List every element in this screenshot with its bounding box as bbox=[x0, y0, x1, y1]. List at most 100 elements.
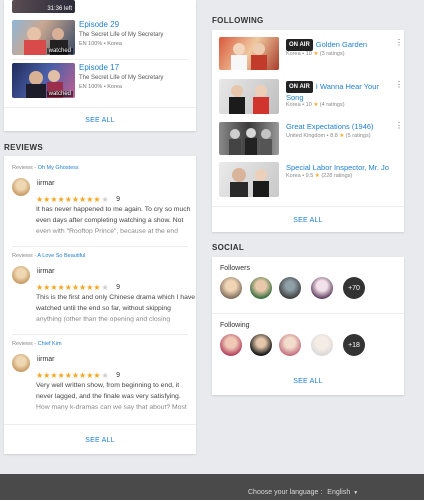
follower-avatar[interactable] bbox=[279, 277, 301, 299]
drama-title-link[interactable]: Great Expectations (1946) bbox=[286, 122, 374, 131]
text-fade bbox=[36, 226, 196, 240]
episode-thumbnail-top[interactable]: 31:36 left bbox=[12, 0, 75, 13]
drama-ratings-count: (228 ratings) bbox=[321, 173, 353, 179]
drama-title-row: Great Expectations (1946) bbox=[286, 122, 394, 132]
review-score: 9 bbox=[116, 284, 121, 292]
divider bbox=[212, 313, 404, 314]
drama-title-link[interactable]: Special Labor Inspector, Mr. Jo bbox=[286, 163, 389, 172]
divider bbox=[4, 424, 196, 425]
user-avatar[interactable] bbox=[12, 178, 30, 196]
following-more-button[interactable]: +18 bbox=[343, 334, 365, 356]
following-avatar[interactable] bbox=[220, 334, 242, 356]
star-icons: ★★★★★★★★★ ★ bbox=[36, 282, 109, 292]
divider bbox=[212, 206, 404, 207]
drama-title-link[interactable]: Golden Garden bbox=[316, 40, 367, 49]
drama-title-row: ON AIR Golden Garden bbox=[286, 39, 394, 51]
choose-language-label: Choose your language : bbox=[248, 489, 323, 496]
review-drama-link[interactable]: A Love So Beautiful bbox=[37, 253, 85, 259]
following-see-all-link[interactable]: SEE ALL bbox=[212, 217, 404, 224]
episode-thumbnail[interactable]: watched bbox=[12, 63, 75, 98]
drama-rating: 10 bbox=[305, 102, 312, 108]
star-icon: ★ bbox=[313, 51, 319, 57]
review-user[interactable]: iirmar bbox=[37, 356, 55, 363]
drama-rating: 9.5 bbox=[305, 173, 314, 179]
drama-title-row: Special Labor Inspector, Mr. Jo bbox=[286, 163, 394, 173]
episode-title[interactable]: Episode 17 bbox=[79, 63, 119, 72]
user-avatar[interactable] bbox=[12, 266, 30, 284]
review-source: Reviews - A Love So Beautiful bbox=[12, 253, 86, 259]
drama-country: Korea bbox=[286, 51, 301, 57]
following-heading: FOLLOWING bbox=[212, 16, 264, 25]
review-prefix: Reviews bbox=[12, 341, 33, 347]
more-options-icon[interactable]: ⋮ bbox=[395, 39, 403, 47]
review-prefix: Reviews bbox=[12, 165, 33, 171]
following-label: Following bbox=[220, 322, 250, 329]
following-avatar[interactable] bbox=[279, 334, 301, 356]
review-score: 9 bbox=[116, 372, 121, 380]
drama-poster[interactable] bbox=[219, 79, 279, 114]
divider bbox=[4, 107, 196, 108]
review-user[interactable]: iirmar bbox=[37, 180, 55, 187]
drama-ratings-count: (4 ratings) bbox=[319, 102, 345, 108]
person-image-icon bbox=[231, 43, 267, 70]
person-image-icon bbox=[229, 128, 272, 155]
episode-show: The Secret Life of My Secretary bbox=[79, 75, 164, 81]
divider bbox=[12, 334, 188, 335]
divider bbox=[12, 246, 188, 247]
review-prefix: Reviews bbox=[12, 253, 33, 259]
text-fade bbox=[36, 314, 196, 328]
star-icons: ★★★★★★★★★ ★ bbox=[36, 194, 109, 204]
drama-poster[interactable] bbox=[219, 122, 279, 155]
person-image-icon bbox=[229, 85, 269, 114]
drama-rating: 8.8 bbox=[330, 133, 338, 139]
review-source: Reviews - Chief Kim bbox=[12, 341, 62, 347]
review-drama-link[interactable]: Oh My Ghostess bbox=[38, 165, 79, 171]
divider bbox=[12, 59, 188, 60]
followers-more-count: +70 bbox=[348, 284, 360, 292]
drama-ratings-count: (3 ratings) bbox=[319, 51, 345, 57]
more-options-icon[interactable]: ⋮ bbox=[395, 122, 403, 130]
watched-card: 31:36 left watched Episode 29 The Secret… bbox=[4, 0, 196, 131]
drama-country: Korea bbox=[286, 173, 301, 179]
text-fade bbox=[36, 402, 196, 416]
drama-poster[interactable] bbox=[219, 37, 279, 70]
drama-poster[interactable] bbox=[219, 162, 279, 197]
more-options-icon[interactable]: ⋮ bbox=[395, 81, 403, 89]
reviews-see-all-link[interactable]: SEE ALL bbox=[4, 437, 196, 444]
reviews-card: Reviews - Oh My Ghostess iirmar ★★★★★★★★… bbox=[4, 156, 196, 454]
drama-country: Korea bbox=[286, 102, 301, 108]
user-avatar[interactable] bbox=[12, 354, 30, 372]
social-heading: SOCIAL bbox=[212, 243, 245, 252]
drama-meta: Korea • 10 ★ (4 ratings) bbox=[286, 102, 345, 108]
star-icon: ★ bbox=[313, 102, 319, 108]
watched-badge: watched bbox=[46, 91, 73, 97]
review-score: 9 bbox=[116, 196, 121, 204]
watched-see-all-link[interactable]: SEE ALL bbox=[4, 117, 196, 124]
following-card: ON AIR Golden Garden Korea • 10 ★ (3 rati… bbox=[212, 30, 404, 232]
review-user[interactable]: iirmar bbox=[37, 268, 55, 275]
social-see-all-link[interactable]: SEE ALL bbox=[212, 378, 404, 385]
drama-rating: 10 bbox=[305, 51, 312, 57]
language-value: English bbox=[327, 489, 351, 496]
drama-ratings-count: (5 ratings) bbox=[345, 133, 371, 139]
follower-avatar[interactable] bbox=[311, 277, 333, 299]
follower-avatar[interactable] bbox=[220, 277, 242, 299]
star-icon: ★ bbox=[339, 133, 345, 139]
episode-thumbnail[interactable]: watched bbox=[12, 20, 75, 55]
following-avatar[interactable] bbox=[250, 334, 272, 356]
followers-more-button[interactable]: +70 bbox=[343, 277, 365, 299]
watched-badge: watched bbox=[46, 48, 73, 54]
star-icon: ★ bbox=[314, 173, 320, 179]
drama-title-row: ON AIR I Wanna Hear Your Song bbox=[286, 81, 394, 103]
reviews-heading: REVIEWS bbox=[4, 143, 43, 152]
follower-avatar[interactable] bbox=[250, 277, 272, 299]
episode-show: The Secret Life of My Secretary bbox=[79, 32, 164, 38]
following-avatar[interactable] bbox=[311, 334, 333, 356]
episode-meta: EN 100% • Korea bbox=[79, 41, 122, 47]
episode-meta: EN 100% • Korea bbox=[79, 84, 122, 90]
social-card: Followers +70 Following +18 SEE ALL bbox=[212, 257, 404, 395]
review-drama-link[interactable]: Chief Kim bbox=[38, 341, 62, 347]
following-more-count: +18 bbox=[348, 341, 360, 349]
language-selector[interactable]: Choose your language : English ▼ bbox=[248, 489, 358, 496]
episode-title[interactable]: Episode 29 bbox=[79, 20, 119, 29]
